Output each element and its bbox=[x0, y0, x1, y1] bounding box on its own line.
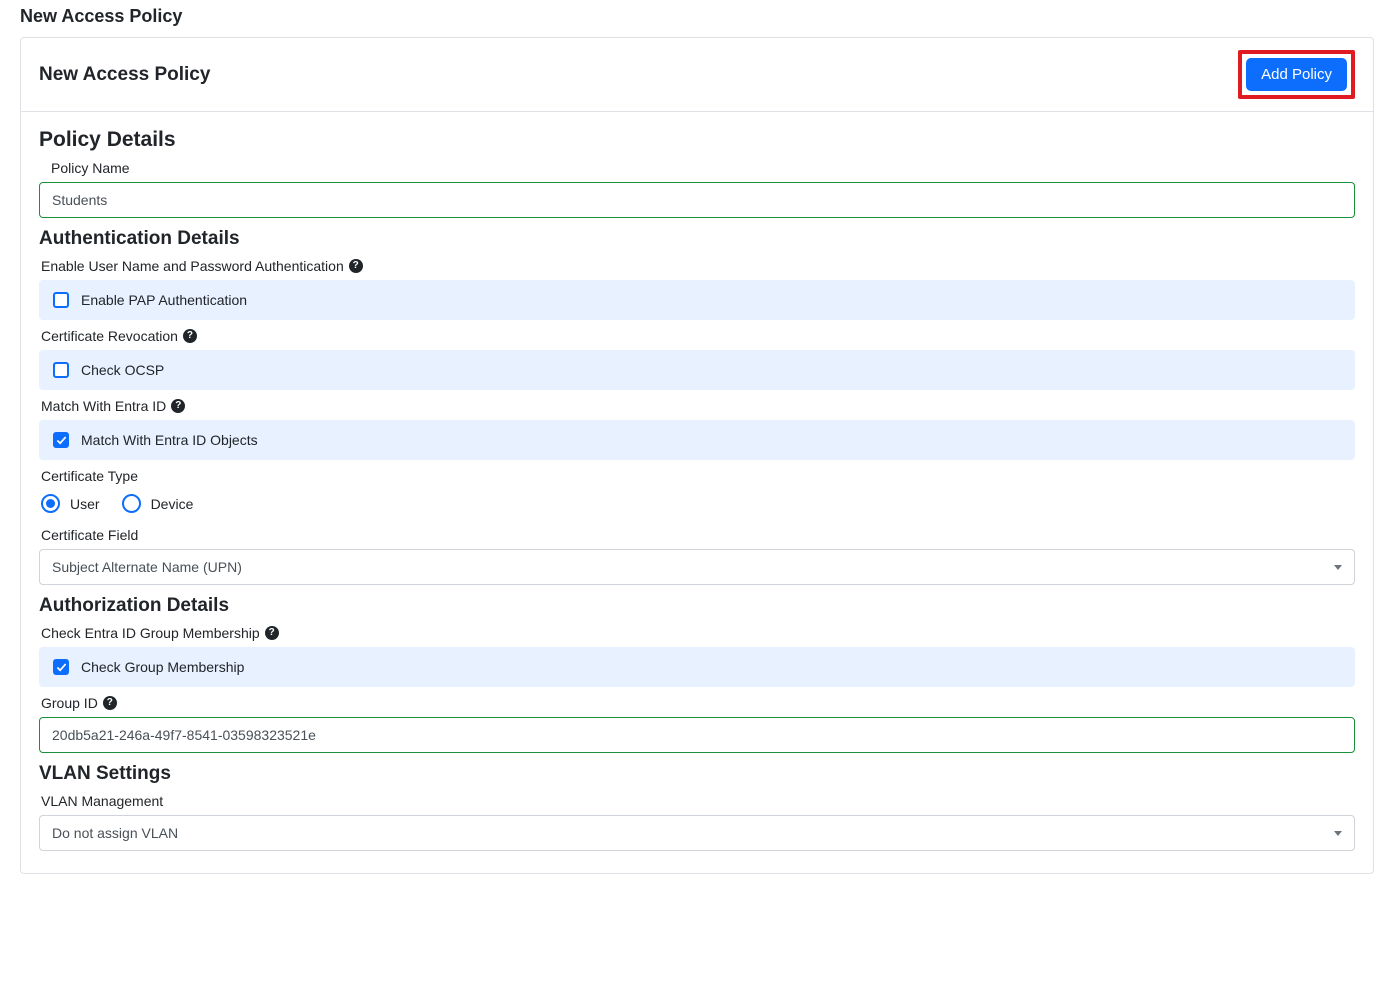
help-icon[interactable]: ? bbox=[265, 626, 279, 640]
help-icon[interactable]: ? bbox=[183, 329, 197, 343]
checkbox-label: Enable PAP Authentication bbox=[81, 292, 247, 308]
help-icon[interactable]: ? bbox=[103, 696, 117, 710]
check-group-membership-row[interactable]: Check Group Membership bbox=[39, 647, 1355, 687]
cert-type-label: Certificate Type bbox=[41, 468, 1355, 484]
radio-user[interactable]: User bbox=[41, 494, 100, 513]
checkbox-icon bbox=[53, 292, 69, 308]
match-entra-checkbox-row[interactable]: Match With Entra ID Objects bbox=[39, 420, 1355, 460]
auth-details-heading: Authentication Details bbox=[39, 228, 1355, 250]
radio-icon bbox=[122, 494, 141, 513]
vlan-mgmt-label: VLAN Management bbox=[41, 793, 1355, 809]
select-value: Do not assign VLAN bbox=[52, 825, 178, 841]
checkbox-label: Check OCSP bbox=[81, 362, 164, 378]
cert-type-radio-group: User Device bbox=[41, 494, 1353, 513]
checkbox-icon bbox=[53, 659, 69, 675]
authorization-heading: Authorization Details bbox=[39, 595, 1355, 617]
match-entra-label: Match With Entra ID ? bbox=[41, 398, 1355, 414]
enable-pap-auth-label: Enable User Name and Password Authentica… bbox=[41, 258, 1355, 274]
help-icon[interactable]: ? bbox=[171, 399, 185, 413]
policy-name-input[interactable] bbox=[39, 182, 1355, 218]
help-icon[interactable]: ? bbox=[349, 259, 363, 273]
panel-header: New Access Policy Add Policy bbox=[21, 38, 1373, 112]
add-policy-button[interactable]: Add Policy bbox=[1246, 58, 1347, 91]
check-entra-group-label: Check Entra ID Group Membership ? bbox=[41, 625, 1355, 641]
cert-revocation-label: Certificate Revocation ? bbox=[41, 328, 1355, 344]
policy-panel: New Access Policy Add Policy Policy Deta… bbox=[20, 37, 1374, 874]
policy-details-heading: Policy Details bbox=[39, 128, 1355, 152]
checkbox-label: Match With Entra ID Objects bbox=[81, 432, 258, 448]
add-policy-highlight-box: Add Policy bbox=[1238, 50, 1355, 99]
vlan-mgmt-select[interactable]: Do not assign VLAN bbox=[39, 815, 1355, 851]
chevron-down-icon bbox=[1334, 565, 1342, 570]
chevron-down-icon bbox=[1334, 831, 1342, 836]
radio-label: User bbox=[70, 496, 100, 512]
panel-title: New Access Policy bbox=[39, 64, 210, 86]
check-ocsp-checkbox-row[interactable]: Check OCSP bbox=[39, 350, 1355, 390]
cert-field-label: Certificate Field bbox=[41, 527, 1355, 543]
policy-name-label: Policy Name bbox=[41, 160, 1355, 176]
group-id-input[interactable] bbox=[39, 717, 1355, 753]
group-id-label: Group ID ? bbox=[41, 695, 1355, 711]
checkbox-label: Check Group Membership bbox=[81, 659, 244, 675]
checkbox-icon bbox=[53, 362, 69, 378]
select-value: Subject Alternate Name (UPN) bbox=[52, 559, 242, 575]
radio-icon bbox=[41, 494, 60, 513]
radio-label: Device bbox=[151, 496, 194, 512]
panel-body: Policy Details Policy Name Authenticatio… bbox=[21, 112, 1373, 873]
enable-pap-checkbox-row[interactable]: Enable PAP Authentication bbox=[39, 280, 1355, 320]
vlan-settings-heading: VLAN Settings bbox=[39, 763, 1355, 785]
page-title: New Access Policy bbox=[20, 6, 1374, 27]
cert-field-select[interactable]: Subject Alternate Name (UPN) bbox=[39, 549, 1355, 585]
radio-device[interactable]: Device bbox=[122, 494, 194, 513]
checkbox-icon bbox=[53, 432, 69, 448]
